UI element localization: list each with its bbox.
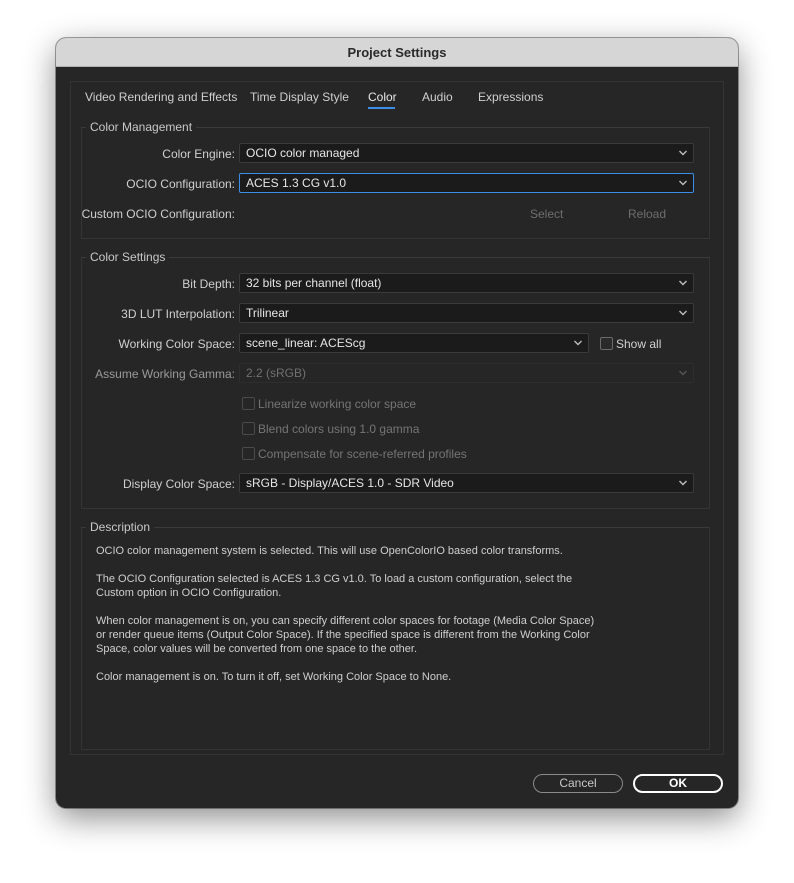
color-settings-group: [81, 257, 710, 509]
ocio-config-dropdown[interactable]: ACES 1.3 CG v1.0: [239, 173, 694, 193]
assume-gamma-dropdown[interactable]: 2.2 (sRGB): [239, 363, 694, 383]
chevron-down-icon: [679, 150, 687, 156]
ocio-config-label: OCIO Configuration:: [126, 177, 235, 191]
tab-video-rendering[interactable]: Video Rendering and Effects: [85, 90, 237, 104]
chevron-down-icon: [679, 370, 687, 376]
bit-depth-label: Bit Depth:: [182, 277, 235, 291]
working-space-label: Working Color Space:: [118, 337, 236, 351]
description-paragraph: The OCIO Configuration selected is ACES …: [96, 573, 573, 599]
blend-label: Blend colors using 1.0 gamma: [258, 422, 420, 436]
tab-color[interactable]: Color: [368, 90, 397, 104]
color-management-title: Color Management: [86, 120, 197, 134]
compensate-checkbox[interactable]: [242, 447, 255, 460]
cancel-button[interactable]: Cancel: [533, 774, 623, 793]
color-settings-title: Color Settings: [86, 250, 170, 264]
chevron-down-icon: [679, 180, 687, 186]
chevron-down-icon: [679, 480, 687, 486]
description-text: OCIO color management system is selected…: [96, 544, 606, 698]
chevron-down-icon: [679, 280, 687, 286]
description-paragraph: OCIO color management system is selected…: [96, 545, 563, 557]
project-settings-dialog: Project Settings Video Rendering and Eff…: [56, 38, 738, 808]
title-bar[interactable]: Project Settings: [56, 38, 738, 67]
lut-interp-dropdown[interactable]: Trilinear: [239, 303, 694, 323]
custom-ocio-label: Custom OCIO Configuration:: [81, 207, 235, 221]
blend-checkbox[interactable]: [242, 422, 255, 435]
tab-expressions[interactable]: Expressions: [478, 90, 543, 104]
working-space-value: scene_linear: ACEScg: [246, 336, 366, 350]
bit-depth-value: 32 bits per channel (float): [246, 276, 382, 290]
show-all-label: Show all: [616, 337, 662, 351]
bit-depth-dropdown[interactable]: 32 bits per channel (float): [239, 273, 694, 293]
assume-gamma-label: Assume Working Gamma:: [95, 367, 235, 381]
lut-interp-label: 3D LUT Interpolation:: [121, 307, 235, 321]
select-config-button[interactable]: Select: [530, 207, 563, 221]
linearize-label: Linearize working color space: [258, 397, 417, 411]
active-tab-indicator: [368, 107, 395, 109]
color-engine-value: OCIO color managed: [246, 146, 360, 160]
description-title: Description: [86, 520, 155, 534]
color-engine-dropdown[interactable]: OCIO color managed: [239, 143, 694, 163]
lut-interp-value: Trilinear: [246, 306, 289, 320]
tab-audio[interactable]: Audio: [422, 90, 453, 104]
color-engine-label: Color Engine:: [162, 147, 235, 161]
working-space-dropdown[interactable]: scene_linear: ACEScg: [239, 333, 589, 353]
reload-config-button[interactable]: Reload: [628, 207, 666, 221]
tab-time-display[interactable]: Time Display Style: [250, 90, 349, 104]
display-space-label: Display Color Space:: [122, 477, 235, 491]
chevron-down-icon: [574, 340, 582, 346]
display-space-value: sRGB - Display/ACES 1.0 - SDR Video: [246, 476, 454, 490]
description-paragraph: Color management is on. To turn it off, …: [96, 671, 452, 683]
chevron-down-icon: [679, 310, 687, 316]
compensate-label: Compensate for scene-referred profiles: [258, 447, 467, 461]
ok-button[interactable]: OK: [633, 774, 723, 793]
assume-gamma-value: 2.2 (sRGB): [246, 366, 307, 380]
display-space-dropdown[interactable]: sRGB - Display/ACES 1.0 - SDR Video: [239, 473, 694, 493]
show-all-checkbox[interactable]: [600, 337, 613, 350]
ocio-config-value: ACES 1.3 CG v1.0: [246, 176, 347, 190]
linearize-checkbox[interactable]: [242, 397, 255, 410]
dialog-title: Project Settings: [347, 44, 447, 60]
description-paragraph: When color management is on, you can spe…: [96, 615, 595, 655]
